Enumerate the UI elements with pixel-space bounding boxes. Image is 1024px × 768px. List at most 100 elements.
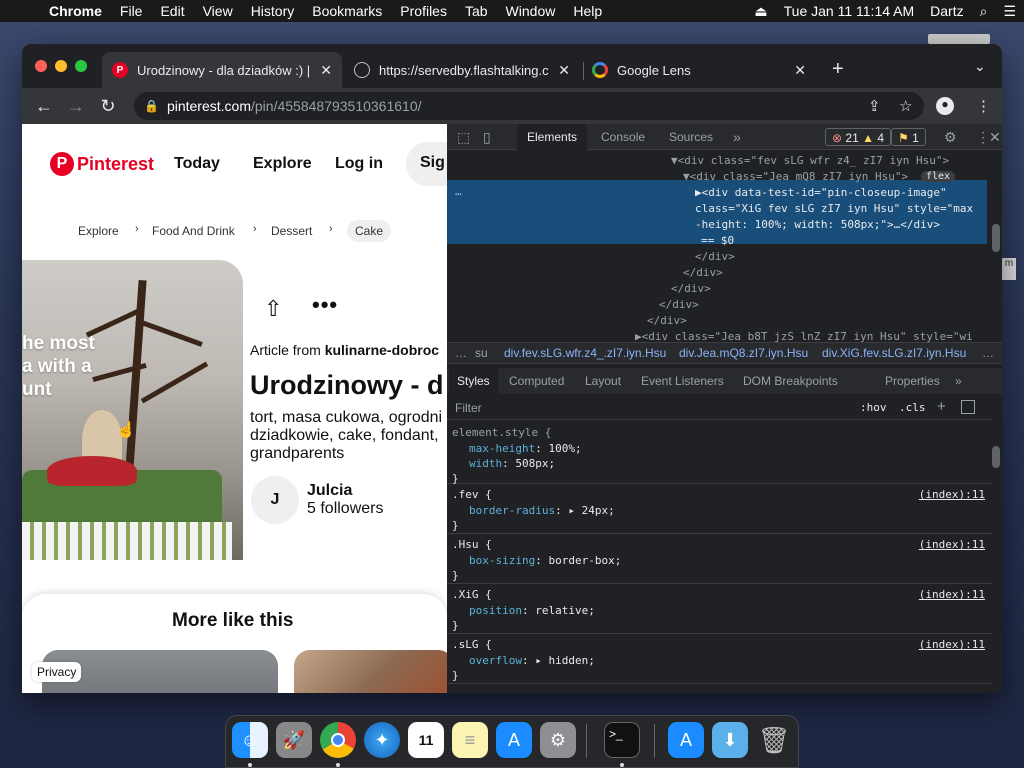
tab-sources[interactable]: Sources bbox=[659, 124, 723, 150]
calendar-icon[interactable]: 11 bbox=[408, 722, 444, 758]
notes-icon[interactable]: ≡ bbox=[452, 722, 488, 758]
close-devtools-icon[interactable]: ✕ bbox=[989, 129, 1001, 146]
styles-filter-input[interactable]: Filter bbox=[455, 401, 482, 415]
rule-property[interactable]: overflow: ▸ hidden; bbox=[469, 654, 595, 667]
safari-compass-icon[interactable]: ✦ bbox=[364, 722, 400, 758]
new-tab-plus-icon[interactable]: + bbox=[832, 58, 844, 81]
trash-icon[interactable]: 🗑 bbox=[756, 722, 792, 758]
rule-selector[interactable]: element.style { bbox=[452, 426, 551, 439]
menu-profiles[interactable]: Profiles bbox=[391, 3, 456, 19]
dom-node-line[interactable]: </div> bbox=[683, 266, 723, 279]
share-icon[interactable]: ⇧ bbox=[264, 296, 282, 322]
tab-properties[interactable]: Properties bbox=[877, 368, 948, 394]
lock-icon[interactable]: 🔒 bbox=[144, 99, 159, 113]
flex-badge[interactable]: flex bbox=[921, 171, 956, 182]
nav-explore[interactable]: Explore bbox=[253, 155, 312, 173]
dom-node-line[interactable]: ▼<div class="Jea mQ8 zI7 iyn Hsu"> bbox=[683, 170, 908, 183]
tab-console[interactable]: Console bbox=[591, 124, 655, 150]
author-avatar[interactable]: J bbox=[251, 476, 299, 524]
tab-search-chevron-icon[interactable]: ⌄ bbox=[974, 58, 986, 75]
signup-button[interactable]: Sig bbox=[406, 142, 447, 186]
close-tab-icon[interactable]: ✕ bbox=[558, 62, 570, 79]
property-name[interactable]: box-sizing bbox=[469, 554, 535, 567]
rule-source-link[interactable]: (index):11 bbox=[919, 638, 985, 651]
styles-scrollbar[interactable] bbox=[992, 446, 1000, 468]
profile-avatar-icon[interactable]: ● bbox=[936, 97, 954, 115]
rule-property[interactable]: position: relative; bbox=[469, 604, 595, 617]
related-pin-thumbnail[interactable] bbox=[294, 650, 447, 693]
minimize-window-button[interactable] bbox=[55, 60, 67, 72]
tab-event-listeners[interactable]: Event Listeners bbox=[633, 368, 732, 394]
settings-gear-icon[interactable]: ⚙ bbox=[944, 129, 957, 146]
rule-source-link[interactable]: (index):11 bbox=[919, 488, 985, 501]
crumb-item[interactable]: su bbox=[475, 346, 488, 360]
tab-computed[interactable]: Computed bbox=[501, 368, 572, 394]
rule-source-link[interactable]: (index):11 bbox=[919, 588, 985, 601]
menu-edit[interactable]: Edit bbox=[151, 3, 193, 19]
menu-file[interactable]: File bbox=[111, 3, 152, 19]
downloads-folder-icon[interactable]: ⬇ bbox=[712, 722, 748, 758]
class-toggle[interactable]: .cls bbox=[899, 401, 926, 414]
issues-counter[interactable]: ⊗ 21 ▲ 4 bbox=[825, 128, 892, 146]
author-name[interactable]: Julcia bbox=[307, 482, 352, 500]
property-value[interactable]: border-box; bbox=[548, 554, 621, 567]
dom-node-line[interactable]: ▼<div class="fev sLG wfr z4_ zI7 iyn Hsu… bbox=[671, 154, 949, 167]
tab-styles[interactable]: Styles bbox=[449, 368, 498, 394]
back-arrow-icon[interactable]: ← bbox=[34, 96, 54, 117]
close-window-button[interactable] bbox=[35, 60, 47, 72]
rule-selector[interactable]: .sLG { bbox=[452, 638, 492, 651]
property-name[interactable]: position bbox=[469, 604, 522, 617]
property-name[interactable]: width bbox=[469, 457, 502, 470]
property-value[interactable]: ▸ hidden; bbox=[535, 654, 595, 667]
new-rule-plus-icon[interactable]: + bbox=[937, 398, 946, 415]
launchpad-rocket-icon[interactable]: 🚀 bbox=[276, 722, 312, 758]
hover-state-toggle[interactable]: :hov bbox=[860, 401, 887, 414]
rule-selector[interactable]: .XiG { bbox=[452, 588, 492, 601]
more-panes-chevron-icon[interactable]: » bbox=[947, 368, 970, 394]
forward-arrow-icon[interactable]: → bbox=[66, 96, 86, 117]
control-center-icon[interactable]: ☰ bbox=[995, 3, 1024, 20]
system-preferences-gear-icon[interactable]: ⚙ bbox=[540, 722, 576, 758]
rule-selector[interactable]: .fev { bbox=[452, 488, 492, 501]
article-source[interactable]: Article from kulinarne-dobroc bbox=[250, 342, 439, 358]
menu-history[interactable]: History bbox=[242, 3, 304, 19]
crumb-item[interactable]: div.Jea.mQ8.zI7.iyn.Hsu bbox=[679, 346, 808, 360]
dom-node-line[interactable]: </div> bbox=[695, 250, 735, 263]
rule-property[interactable]: width: 508px; bbox=[469, 457, 555, 470]
toggle-sidebar-icon[interactable] bbox=[961, 400, 975, 414]
menu-bookmarks[interactable]: Bookmarks bbox=[303, 3, 391, 19]
breadcrumb-explore[interactable]: Explore bbox=[78, 224, 119, 238]
node-ellipsis[interactable]: … bbox=[455, 185, 462, 198]
rule-selector[interactable]: .Hsu { bbox=[452, 538, 492, 551]
share-page-icon[interactable]: ⇪ bbox=[868, 97, 881, 115]
applications-folder-icon[interactable]: A bbox=[668, 722, 704, 758]
menu-tab[interactable]: Tab bbox=[456, 3, 497, 19]
privacy-link[interactable]: Privacy bbox=[32, 662, 82, 682]
tab-layout[interactable]: Layout bbox=[577, 368, 629, 394]
device-toolbar-icon[interactable]: ▯ bbox=[483, 129, 491, 146]
menu-window[interactable]: Window bbox=[497, 3, 565, 19]
inspect-element-icon[interactable]: ⬚ bbox=[457, 129, 470, 146]
chrome-menu-icon[interactable]: ⋮ bbox=[976, 97, 991, 115]
property-value[interactable]: relative; bbox=[535, 604, 595, 617]
zoom-window-button[interactable] bbox=[75, 60, 87, 72]
tab-elements[interactable]: Elements bbox=[517, 124, 588, 150]
property-value[interactable]: 100%; bbox=[548, 442, 581, 455]
close-tab-icon[interactable]: ✕ bbox=[794, 62, 806, 79]
menu-help[interactable]: Help bbox=[564, 3, 611, 19]
login-button[interactable]: Log in bbox=[335, 155, 383, 173]
property-name[interactable]: overflow bbox=[469, 654, 522, 667]
rule-source-link[interactable]: (index):11 bbox=[919, 538, 985, 551]
finder-icon[interactable]: ☺ bbox=[232, 722, 268, 758]
rule-property[interactable]: max-height: 100%; bbox=[469, 442, 582, 455]
spotlight-search-icon[interactable]: ⌕ bbox=[972, 3, 996, 20]
eject-icon[interactable]: ⏏ bbox=[746, 3, 775, 20]
close-tab-icon[interactable]: ✕ bbox=[320, 62, 332, 79]
menu-view[interactable]: View bbox=[194, 3, 242, 19]
address-bar[interactable]: 🔒 pinterest.com/pin/455848793510361610/ bbox=[134, 92, 924, 120]
nav-today[interactable]: Today bbox=[174, 155, 220, 173]
issues-badge[interactable]: ⚑ 1 bbox=[891, 128, 926, 146]
tab-google-lens[interactable]: Google Lens ✕ bbox=[582, 52, 816, 88]
property-name[interactable]: border-radius bbox=[469, 504, 555, 517]
more-options-icon[interactable]: ••• bbox=[312, 292, 338, 318]
